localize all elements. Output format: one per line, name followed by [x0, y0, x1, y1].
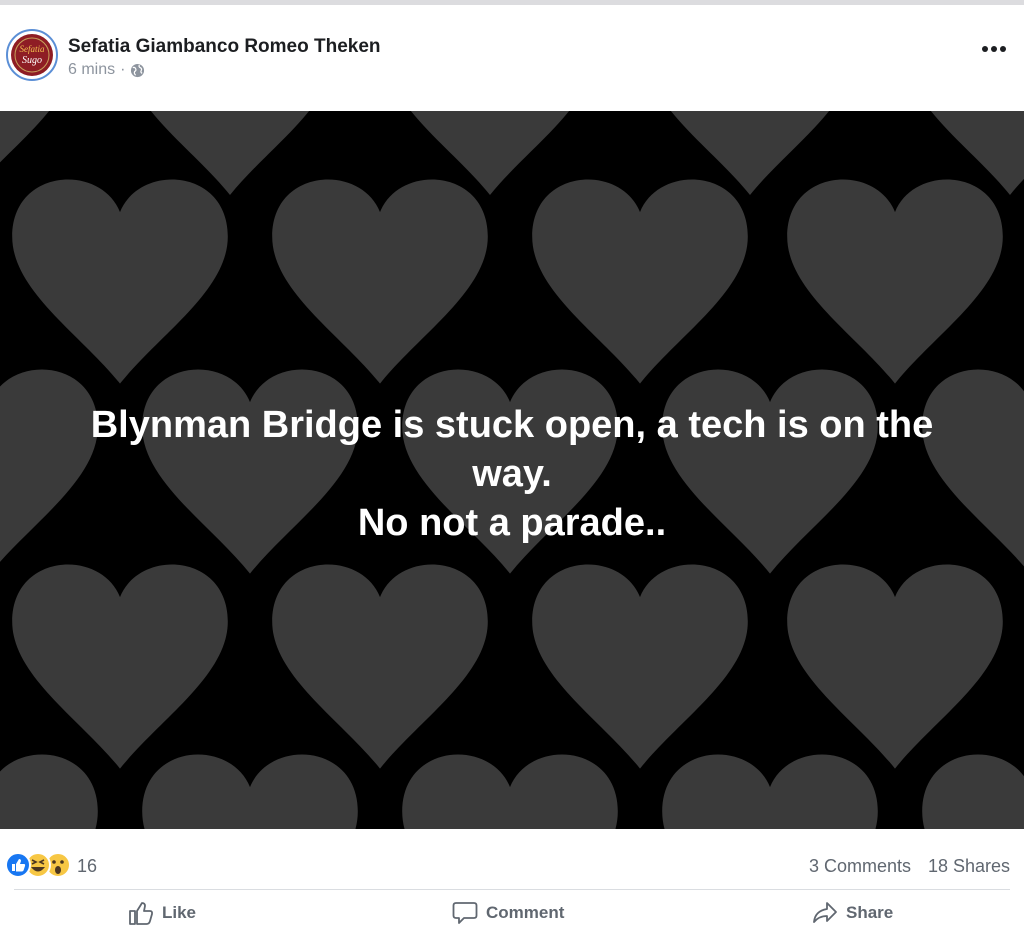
like-reaction-icon: [5, 852, 31, 878]
post-text-line2: No not a parade..: [357, 502, 667, 544]
heart-shape: [922, 754, 1024, 829]
avatar-text-line2: Sugo: [22, 55, 42, 66]
heart-shape: [532, 564, 748, 769]
post-image-text: Blynman Bridge is stuck open, a tech is …: [0, 401, 1024, 548]
reaction-icons[interactable]: [4, 851, 72, 879]
share-label: Share: [846, 903, 894, 922]
comment-icon: [452, 902, 478, 924]
thumbs-up-icon: [129, 902, 153, 925]
heart-shape: [787, 564, 1003, 769]
post-image[interactable]: Blynman Bridge is stuck open, a tech is …: [0, 111, 1024, 829]
author-name[interactable]: Sefatia Giambanco Romeo Theken: [68, 36, 381, 58]
heart-shape: [142, 754, 358, 829]
avatar-text-line1: Sefatia: [20, 44, 45, 54]
heart-shape: [272, 179, 488, 384]
post-header: Sefatia Sugo Sefatia Giambanco Romeo The…: [0, 14, 1024, 111]
timestamp[interactable]: 6 mins: [68, 61, 115, 79]
comment-button[interactable]: Comment: [452, 900, 564, 926]
post-text-line1: Blynman Bridge is stuck open, a tech is …: [90, 404, 934, 495]
reaction-count[interactable]: 16: [77, 856, 97, 877]
comments-count[interactable]: 3 Comments: [809, 856, 911, 877]
avatar-logo-graphic: Sefatia Sugo: [12, 35, 52, 75]
avatar[interactable]: Sefatia Sugo: [6, 29, 58, 81]
globe-icon[interactable]: [130, 63, 145, 78]
heart-shape: [272, 564, 488, 769]
share-button[interactable]: Share: [812, 900, 893, 926]
heart-shape: [12, 179, 228, 384]
heart-shape: [532, 179, 748, 384]
heart-shape: [0, 754, 98, 829]
share-icon: [813, 902, 837, 923]
reactions-summary: 16 3 Comments 18 Shares: [0, 842, 1024, 888]
shares-count[interactable]: 18 Shares: [928, 856, 1010, 877]
heart-shape: [787, 179, 1003, 384]
avatar-logo: Sefatia Sugo: [11, 34, 53, 76]
like-button[interactable]: Like: [128, 900, 196, 926]
heart-shape: [662, 754, 878, 829]
heart-shape: [402, 754, 618, 829]
comment-label: Comment: [486, 903, 565, 922]
heart-shape: [12, 564, 228, 769]
post-meta: 6 mins ·: [68, 61, 145, 79]
more-options-icon[interactable]: [982, 42, 1006, 56]
feed-top-divider: [0, 0, 1024, 14]
post-actions: Like Comment Share: [0, 890, 1024, 934]
meta-separator: ·: [120, 61, 126, 78]
like-label: Like: [162, 903, 197, 922]
